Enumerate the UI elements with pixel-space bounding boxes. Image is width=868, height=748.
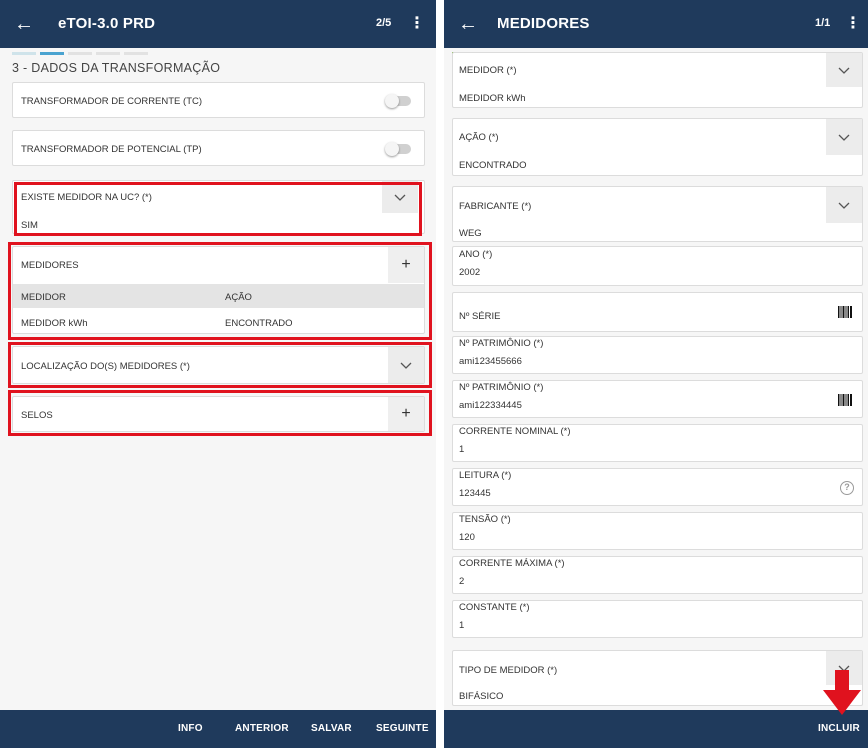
corrente-nominal-label: CORRENTE NOMINAL (*) bbox=[459, 426, 571, 437]
existe-medidor-select[interactable]: EXISTE MEDIDOR NA UC? (*) SIM bbox=[12, 180, 425, 234]
ano-label: ANO (*) bbox=[459, 249, 493, 260]
arrow-left-icon[interactable]: ← bbox=[12, 12, 36, 36]
barcode-icon[interactable] bbox=[838, 394, 852, 406]
patrimonio-field[interactable]: Nº PATRIMÔNIO (*) ami122334445 bbox=[452, 380, 863, 418]
arrow-down-icon bbox=[823, 670, 861, 715]
constante-value: 1 bbox=[459, 620, 465, 631]
fabricante-label: FABRICANTE (*) bbox=[459, 201, 532, 212]
leitura-label: LEITURA (*) bbox=[459, 470, 512, 481]
app-bar: ← eTOI-3.0 PRD 2/5 ⋮ bbox=[0, 0, 436, 48]
step-segment bbox=[12, 52, 36, 55]
existe-medidor-value: SIM bbox=[21, 220, 38, 231]
patrimonio-value: ami122334445 bbox=[459, 400, 522, 411]
leitura-field[interactable]: LEITURA (*) 123445 ? bbox=[452, 468, 863, 506]
arrow-left-icon[interactable]: ← bbox=[456, 12, 480, 36]
medidores-label: MEDIDORES bbox=[21, 260, 79, 271]
kebab-icon[interactable]: ⋮ bbox=[409, 14, 425, 34]
chevron-down-icon[interactable] bbox=[826, 187, 862, 223]
ano-value: 2002 bbox=[459, 267, 481, 278]
step-segment bbox=[68, 52, 92, 55]
patrimonio-label: Nº PATRIMÔNIO (*) bbox=[459, 338, 544, 349]
selos-label: SELOS bbox=[21, 410, 53, 421]
app-bar: ← MEDIDORES 1/1 ⋮ bbox=[444, 0, 868, 48]
fabricante-value: WEG bbox=[459, 228, 482, 239]
app-title: MEDIDORES bbox=[497, 15, 590, 32]
tipo-medidor-select[interactable]: TIPO DE MEDIDOR (*) BIFÁSICO bbox=[452, 650, 863, 706]
kebab-icon[interactable]: ⋮ bbox=[845, 14, 861, 34]
medidor-select[interactable]: MEDIDOR (*) MEDIDOR kWh bbox=[452, 52, 863, 108]
column-header-medidor: MEDIDOR bbox=[21, 292, 66, 303]
seguinte-button[interactable]: SEGUINTE bbox=[376, 723, 429, 734]
tc-toggle-row[interactable]: TRANSFORMADOR DE CORRENTE (TC) bbox=[12, 82, 425, 118]
chevron-down-icon[interactable] bbox=[826, 53, 862, 87]
tensao-label: TENSÃO (*) bbox=[459, 514, 511, 525]
anterior-button[interactable]: ANTERIOR bbox=[235, 723, 289, 734]
tc-label: TRANSFORMADOR DE CORRENTE (TC) bbox=[21, 96, 203, 107]
info-button[interactable]: INFO bbox=[178, 723, 203, 734]
medidor-label: MEDIDOR (*) bbox=[459, 65, 517, 76]
chevron-down-icon[interactable] bbox=[382, 181, 418, 213]
switch-knob bbox=[385, 142, 399, 156]
fabricante-select[interactable]: FABRICANTE (*) WEG bbox=[452, 186, 863, 242]
add-selo-button[interactable]: + bbox=[388, 397, 424, 431]
section-title: 3 - DADOS DA TRANSFORMAÇÃO bbox=[12, 61, 221, 75]
app-title: eTOI-3.0 PRD bbox=[58, 15, 156, 32]
tp-switch[interactable] bbox=[385, 142, 411, 156]
tp-label: TRANSFORMADOR DE POTENCIAL (TP) bbox=[21, 144, 202, 155]
page-counter: 2/5 bbox=[376, 17, 392, 29]
table-header bbox=[13, 284, 424, 308]
chevron-down-icon[interactable] bbox=[826, 119, 862, 155]
switch-knob bbox=[385, 94, 399, 108]
selos-panel: SELOS + bbox=[12, 396, 425, 432]
tp-toggle-row[interactable]: TRANSFORMADOR DE POTENCIAL (TP) bbox=[12, 130, 425, 166]
patrimonio-field[interactable]: Nº PATRIMÔNIO (*) ami123455666 bbox=[452, 336, 863, 374]
tensao-value: 120 bbox=[459, 532, 475, 543]
incluir-button[interactable]: INCLUIR bbox=[818, 723, 860, 734]
step-segment bbox=[96, 52, 120, 55]
bottom-nav: INCLUIR bbox=[444, 710, 868, 748]
serie-field[interactable]: Nº SÉRIE bbox=[452, 292, 863, 332]
leitura-value: 123445 bbox=[459, 488, 491, 499]
localizacao-label: LOCALIZAÇÃO DO(S) MEDIDORES (*) bbox=[21, 361, 190, 372]
tipo-medidor-label: TIPO DE MEDIDOR (*) bbox=[459, 665, 558, 676]
localizacao-select[interactable]: LOCALIZAÇÃO DO(S) MEDIDORES (*) bbox=[12, 346, 425, 384]
serie-label: Nº SÉRIE bbox=[459, 311, 501, 322]
tensao-field[interactable]: TENSÃO (*) 120 bbox=[452, 512, 863, 550]
ano-field[interactable]: ANO (*) 2002 bbox=[452, 246, 863, 286]
step-segment bbox=[124, 52, 148, 55]
acao-label: AÇÃO (*) bbox=[459, 132, 499, 143]
corrente-nominal-field[interactable]: CORRENTE NOMINAL (*) 1 bbox=[452, 424, 863, 462]
corrente-maxima-field[interactable]: CORRENTE MÁXIMA (*) 2 bbox=[452, 556, 863, 594]
add-medidor-button[interactable]: + bbox=[388, 247, 424, 283]
table-row[interactable]: MEDIDOR kWh ENCONTRADO bbox=[13, 308, 424, 334]
page-counter: 1/1 bbox=[815, 17, 831, 29]
patrimonio-label: Nº PATRIMÔNIO (*) bbox=[459, 382, 544, 393]
constante-label: CONSTANTE (*) bbox=[459, 602, 530, 613]
step-segment-active bbox=[40, 52, 64, 55]
corrente-maxima-value: 2 bbox=[459, 576, 465, 587]
barcode-icon[interactable] bbox=[838, 306, 852, 318]
bottom-nav: INFO ANTERIOR SALVAR SEGUINTE bbox=[0, 710, 436, 748]
acao-value: ENCONTRADO bbox=[459, 160, 527, 171]
column-header-acao: AÇÃO bbox=[225, 292, 252, 303]
step-progress bbox=[12, 52, 152, 55]
help-icon[interactable]: ? bbox=[840, 481, 854, 495]
salvar-button[interactable]: SALVAR bbox=[311, 723, 352, 734]
existe-medidor-label: EXISTE MEDIDOR NA UC? (*) bbox=[21, 192, 152, 203]
etoi-screen: ← eTOI-3.0 PRD 2/5 ⋮ 3 - DADOS DA TRANSF… bbox=[0, 0, 436, 748]
corrente-nominal-value: 1 bbox=[459, 444, 465, 455]
corrente-maxima-label: CORRENTE MÁXIMA (*) bbox=[459, 558, 565, 569]
acao-select[interactable]: AÇÃO (*) ENCONTRADO bbox=[452, 118, 863, 176]
medidores-panel: MEDIDORES + MEDIDOR AÇÃO MEDIDOR kWh ENC… bbox=[12, 246, 425, 334]
medidores-screen: ← MEDIDORES 1/1 ⋮ MEDIDOR (*) MEDIDOR kW… bbox=[444, 0, 868, 748]
tc-switch[interactable] bbox=[385, 94, 411, 108]
chevron-down-icon[interactable] bbox=[388, 347, 424, 383]
medidor-value: MEDIDOR kWh bbox=[459, 93, 526, 104]
tipo-medidor-value: BIFÁSICO bbox=[459, 691, 504, 702]
constante-field[interactable]: CONSTANTE (*) 1 bbox=[452, 600, 863, 638]
row-medidor: MEDIDOR kWh bbox=[21, 318, 88, 329]
patrimonio-value: ami123455666 bbox=[459, 356, 522, 367]
row-acao: ENCONTRADO bbox=[225, 318, 293, 329]
